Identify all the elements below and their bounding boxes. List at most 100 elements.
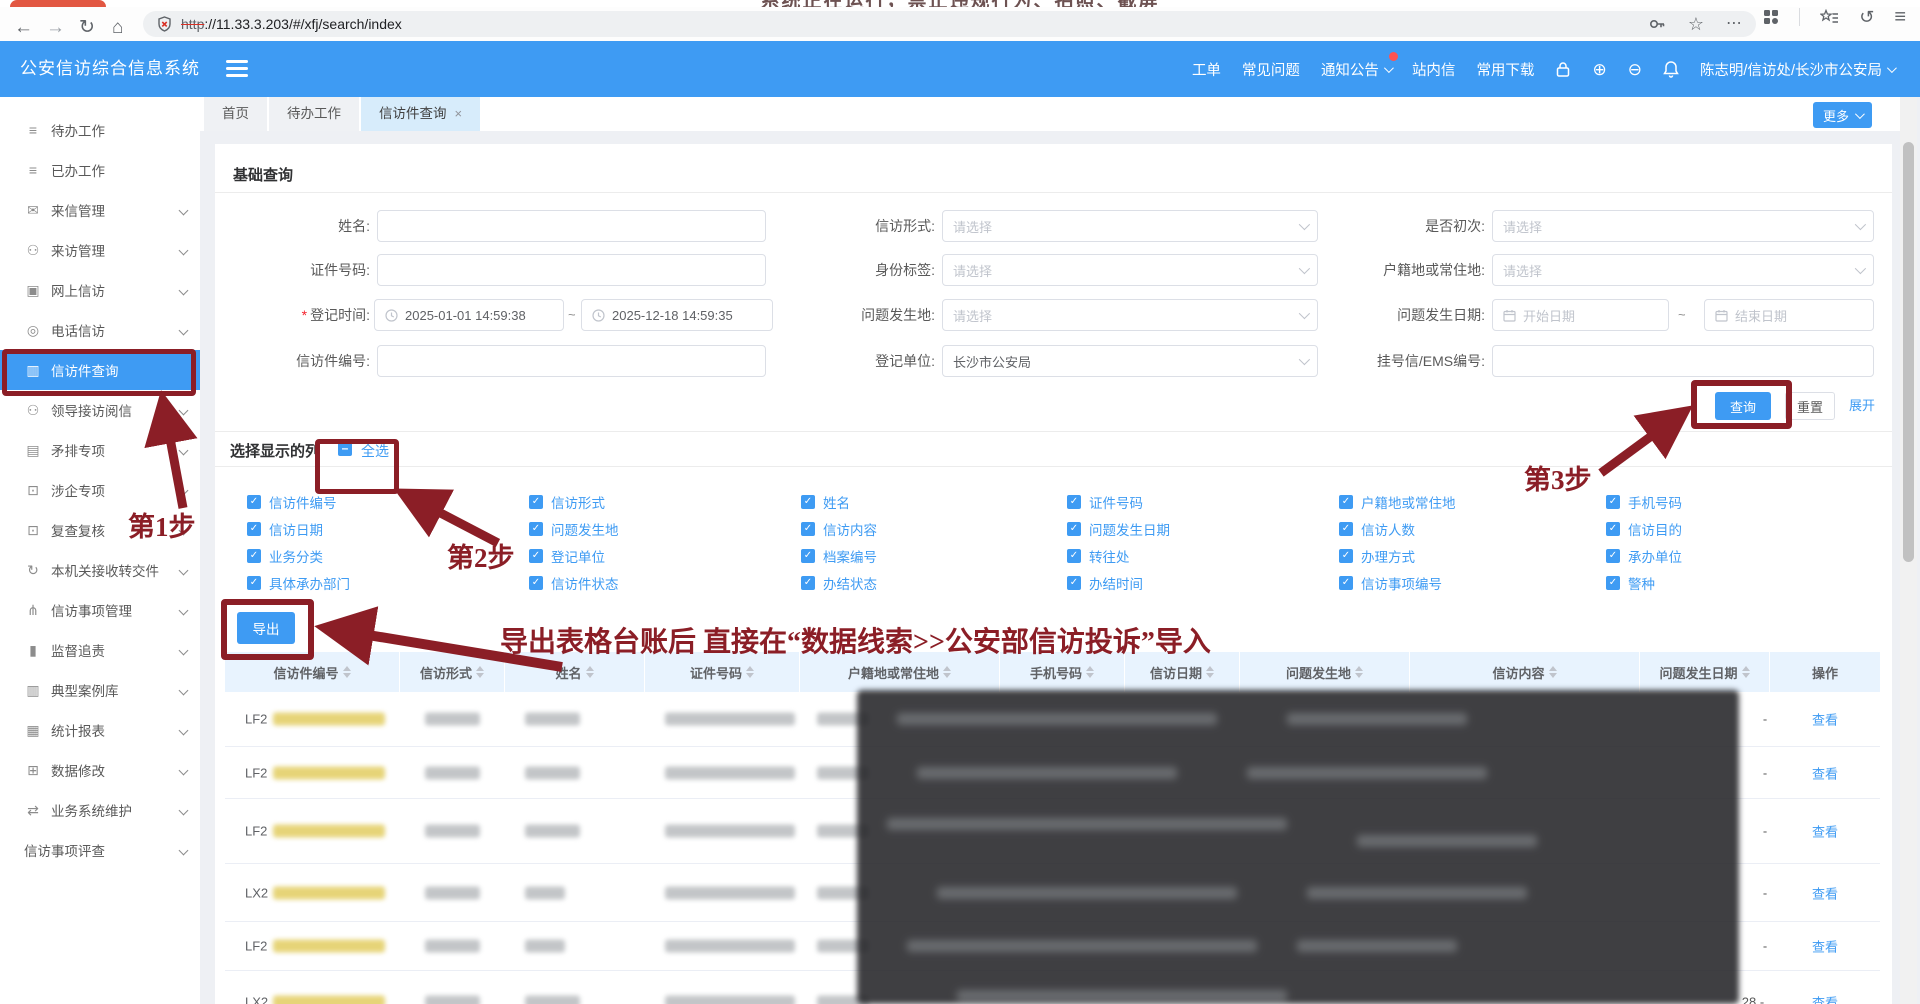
- sort-icon[interactable]: [1206, 666, 1214, 678]
- col-header[interactable]: 姓名: [505, 652, 645, 692]
- column-checkbox[interactable]: 户籍地或常住地: [1339, 492, 1456, 512]
- view-link[interactable]: 查看: [1770, 763, 1880, 782]
- query-button[interactable]: 查询: [1715, 392, 1771, 420]
- petition-number-input[interactable]: [377, 345, 766, 377]
- password-key-icon[interactable]: [1648, 15, 1666, 33]
- view-link[interactable]: 查看: [1770, 883, 1880, 902]
- sidebar-item-data-modify[interactable]: ⊞数据修改: [0, 750, 200, 790]
- column-checkbox[interactable]: 手机号码: [1606, 492, 1682, 512]
- id-number-input[interactable]: [377, 254, 766, 286]
- col-header[interactable]: 信访形式: [400, 652, 505, 692]
- close-tab-icon[interactable]: ×: [455, 97, 463, 131]
- view-link[interactable]: 查看: [1770, 822, 1880, 841]
- view-link[interactable]: 查看: [1770, 710, 1880, 729]
- column-checkbox[interactable]: 警种: [1606, 573, 1655, 593]
- column-checkbox[interactable]: 办理方式: [1339, 546, 1415, 566]
- column-checkbox[interactable]: 业务分类: [247, 546, 323, 566]
- collapse-menu-icon[interactable]: [226, 56, 250, 82]
- sort-icon[interactable]: [586, 666, 594, 678]
- household-select[interactable]: 请选择: [1492, 254, 1874, 286]
- sort-icon[interactable]: [343, 666, 351, 678]
- reg-time-end-input[interactable]: 2025-12-18 14:59:35: [581, 299, 773, 331]
- column-checkbox[interactable]: 信访日期: [247, 519, 323, 539]
- view-link[interactable]: 查看: [1770, 937, 1880, 956]
- sidebar-item-done-work[interactable]: ≡已办工作: [0, 150, 200, 190]
- sidebar-item-system-maintain[interactable]: ⇄业务系统维护: [0, 790, 200, 830]
- reset-button[interactable]: 重置: [1785, 392, 1835, 420]
- column-checkbox[interactable]: 具体承办部门: [247, 573, 350, 593]
- undo-icon[interactable]: ↺: [1859, 8, 1874, 26]
- nav-notice[interactable]: 通知公告: [1321, 59, 1391, 80]
- tab-petition-search[interactable]: 信访件查询 ×: [361, 97, 480, 131]
- sidebar-item-case-library[interactable]: ▥典型案例库: [0, 670, 200, 710]
- bookmark-star-icon[interactable]: ☆: [1688, 15, 1704, 33]
- sort-icon[interactable]: [476, 666, 484, 678]
- sidebar-item-petition-search[interactable]: ▥信访件查询: [0, 350, 200, 390]
- column-checkbox[interactable]: 承办单位: [1606, 546, 1682, 566]
- expand-link[interactable]: 展开: [1849, 392, 1875, 420]
- zoom-in-icon[interactable]: ⊕: [1592, 61, 1606, 78]
- sort-icon[interactable]: [1742, 666, 1750, 678]
- nav-site-mail[interactable]: 站内信: [1412, 59, 1456, 80]
- col-header[interactable]: 信访内容: [1410, 652, 1640, 692]
- sort-icon[interactable]: [746, 666, 754, 678]
- column-checkbox[interactable]: 信访人数: [1339, 519, 1415, 539]
- col-header[interactable]: 信访日期: [1125, 652, 1240, 692]
- select-all-checkbox[interactable]: [338, 442, 352, 456]
- browser-menu-icon[interactable]: ≡: [1894, 7, 1906, 27]
- col-header[interactable]: 手机号码: [1000, 652, 1125, 692]
- extensions-icon[interactable]: [1763, 9, 1779, 25]
- column-checkbox[interactable]: 办结状态: [801, 573, 877, 593]
- sidebar-item-transfer-receive[interactable]: ↻本机关接收转交件: [0, 550, 200, 590]
- nav-downloads[interactable]: 常用下载: [1476, 59, 1534, 80]
- column-checkbox[interactable]: 登记单位: [529, 546, 605, 566]
- tab-home[interactable]: 首页: [204, 97, 267, 131]
- bell-icon[interactable]: [1663, 60, 1679, 78]
- column-checkbox[interactable]: 信访形式: [529, 492, 605, 512]
- column-checkbox[interactable]: 证件号码: [1067, 492, 1143, 512]
- select-all-label[interactable]: 全选: [361, 441, 389, 461]
- sort-icon[interactable]: [1086, 666, 1094, 678]
- col-header[interactable]: 问题发生日期: [1640, 652, 1770, 692]
- more-options-icon[interactable]: ⋯: [1726, 16, 1742, 32]
- column-checkbox[interactable]: 信访内容: [801, 519, 877, 539]
- problem-place-select[interactable]: 请选择: [942, 299, 1318, 331]
- home-icon[interactable]: ⌂: [112, 18, 123, 37]
- column-checkbox[interactable]: 信访件状态: [529, 573, 619, 593]
- user-menu[interactable]: 陈志明/信访处/长沙市公安局: [1700, 59, 1894, 80]
- sidebar-item-leader-reception[interactable]: ⚇领导接访阅信: [0, 390, 200, 430]
- column-checkbox[interactable]: 办结时间: [1067, 573, 1143, 593]
- reg-time-start-input[interactable]: 2025-01-01 14:59:38: [374, 299, 564, 331]
- identity-tag-select[interactable]: 请选择: [942, 254, 1318, 286]
- view-link[interactable]: 查看: [1770, 992, 1880, 1004]
- sidebar-item-statistics[interactable]: ▦统计报表: [0, 710, 200, 750]
- shield-warning-icon[interactable]: [157, 16, 172, 32]
- column-checkbox[interactable]: 信访目的: [1606, 519, 1682, 539]
- tab-todo-work[interactable]: 待办工作: [269, 97, 359, 131]
- sidebar-item-phone-petition[interactable]: ◎电话信访: [0, 310, 200, 350]
- col-header[interactable]: 户籍地或常住地: [800, 652, 1000, 692]
- col-header[interactable]: 证件号码: [645, 652, 800, 692]
- reg-unit-select[interactable]: 长沙市公安局: [942, 345, 1318, 377]
- forward-icon[interactable]: →: [46, 18, 65, 37]
- sidebar-item-review-recheck[interactable]: ⊡复查复核: [0, 510, 200, 550]
- address-bar[interactable]: http://11.33.3.203/#/xfj/search/index ☆ …: [143, 11, 1756, 37]
- sidebar-item-conflict-special[interactable]: ▤矛排专项: [0, 430, 200, 470]
- reload-icon[interactable]: ↻: [79, 18, 95, 37]
- sidebar-item-supervision[interactable]: ▮监督追责: [0, 630, 200, 670]
- sidebar-item-visit-mgmt[interactable]: ⚇来访管理: [0, 230, 200, 270]
- scrollbar-thumb[interactable]: [1903, 142, 1914, 562]
- zoom-out-icon[interactable]: ⊖: [1628, 61, 1642, 78]
- column-checkbox[interactable]: 信访件编号: [247, 492, 337, 512]
- column-checkbox[interactable]: 转往处: [1067, 546, 1130, 566]
- sort-icon[interactable]: [943, 666, 951, 678]
- more-button[interactable]: 更多: [1813, 102, 1872, 128]
- column-checkbox[interactable]: 信访事项编号: [1339, 573, 1442, 593]
- back-icon[interactable]: ←: [14, 18, 33, 37]
- sidebar-item-enterprise-special[interactable]: ⊡涉企专项: [0, 470, 200, 510]
- sidebar-item-todo-work[interactable]: ≡待办工作: [0, 110, 200, 150]
- is-first-select[interactable]: 请选择: [1492, 210, 1874, 242]
- sidebar-item-letter-mgmt[interactable]: ✉来信管理: [0, 190, 200, 230]
- sort-icon[interactable]: [1549, 666, 1557, 678]
- sidebar-item-matter-review[interactable]: 信访事项评查: [0, 830, 200, 870]
